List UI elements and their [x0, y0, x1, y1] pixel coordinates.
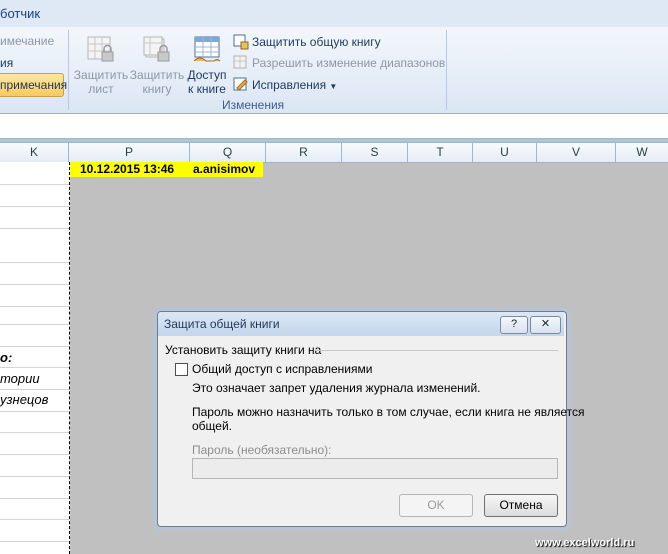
ribbon-left-item-2[interactable]: ия [0, 56, 13, 70]
col-header-u[interactable]: U [473, 143, 537, 162]
ribbon-tab-bar [0, 0, 668, 28]
group-label-changes: Изменения [222, 98, 285, 112]
row-line [0, 476, 69, 477]
dropdown-arrow-icon: ▼ [329, 82, 338, 91]
protect-shared-button[interactable]: Защитить общую книгу [252, 35, 381, 49]
lock-sheet-icon [86, 35, 116, 65]
col-header-r[interactable]: R [266, 143, 342, 162]
protect-book-label: Защитить книгу [129, 68, 185, 96]
row-line [0, 324, 69, 325]
track-changes-button[interactable]: Исправления ▼ [252, 78, 337, 92]
shared-checkbox-label[interactable]: Общий доступ с исправлениями [192, 362, 372, 376]
cell-user[interactable]: a.anisimov [193, 162, 255, 177]
password-label: Пароль (необязательно): [192, 443, 332, 457]
protect-sheet-button[interactable]: Защитить лист [72, 35, 130, 96]
ok-button[interactable]: OK [399, 494, 473, 517]
shared-checkbox[interactable] [175, 363, 188, 376]
watermark: www.excelworld.ru [535, 537, 635, 549]
protect-sheet-label: Защитить лист [73, 68, 129, 96]
row-line [0, 454, 69, 455]
row-line [0, 228, 69, 229]
row-line [0, 519, 69, 520]
help-icon: ? [510, 318, 518, 330]
col-header-q[interactable]: Q [190, 143, 266, 162]
col-header-t[interactable]: T [408, 143, 473, 162]
allow-ranges-icon [233, 55, 249, 71]
row-line [0, 498, 69, 499]
ribbon-left-item-1[interactable]: имечание [0, 34, 54, 48]
share-book-button[interactable]: Доступ к книге [184, 35, 230, 96]
lock-book-icon [142, 35, 172, 65]
column-header-row: K P Q R S T U V W [0, 142, 668, 163]
row-line [0, 184, 69, 185]
row-line [0, 206, 69, 207]
protect-shared-icon [233, 34, 249, 50]
password-input[interactable] [192, 458, 558, 479]
close-button[interactable]: ✕ [530, 316, 561, 334]
col-header-v[interactable]: V [537, 143, 616, 162]
track-changes-label: Исправления [252, 78, 327, 92]
share-workbook-icon [192, 35, 222, 65]
tab-developer[interactable]: ботчик [0, 6, 40, 21]
section-divider [316, 350, 558, 351]
formula-bar[interactable] [0, 114, 668, 139]
ribbon-group-separator [68, 30, 69, 110]
close-icon: ✕ [540, 318, 551, 330]
cancel-button[interactable]: Отмена [484, 494, 558, 517]
row-line [0, 367, 69, 368]
track-changes-icon [233, 77, 249, 93]
info-text: Это означает запрет удаления журнала изм… [192, 381, 481, 395]
ribbon-group-separator-2 [446, 30, 447, 110]
ribbon-left-item-3: примечания [0, 78, 68, 92]
cell-text-2: тории [0, 371, 40, 386]
row-line [0, 262, 69, 263]
row-line [0, 541, 69, 542]
allow-ranges-button[interactable]: Разрешить изменение диапазонов [252, 56, 445, 70]
row-line [0, 432, 69, 433]
col-header-p[interactable]: P [69, 143, 190, 162]
row-line [0, 284, 69, 285]
protect-book-button[interactable]: Защитить книгу [128, 35, 186, 96]
share-book-label: Доступ к книге [187, 68, 227, 96]
col-header-k[interactable]: K [0, 143, 69, 162]
row-line [0, 306, 69, 307]
cell-datetime[interactable]: 10.12.2015 13:46 [80, 162, 174, 177]
section-label: Установить защиту книги на [165, 343, 322, 357]
cell-text-3: узнецов [0, 392, 49, 407]
col-header-w[interactable]: W [616, 143, 668, 162]
col-header-s[interactable]: S [342, 143, 408, 162]
cell-text-1: о: [0, 350, 13, 365]
row-line [0, 346, 69, 347]
row-line [0, 389, 69, 390]
note-line-2: общей. [192, 419, 232, 433]
row-line [0, 411, 69, 412]
note-line-1: Пароль можно назначить только в том случ… [192, 405, 585, 419]
help-button[interactable]: ? [500, 316, 528, 334]
dialog-title: Защита общей книги [164, 317, 280, 331]
